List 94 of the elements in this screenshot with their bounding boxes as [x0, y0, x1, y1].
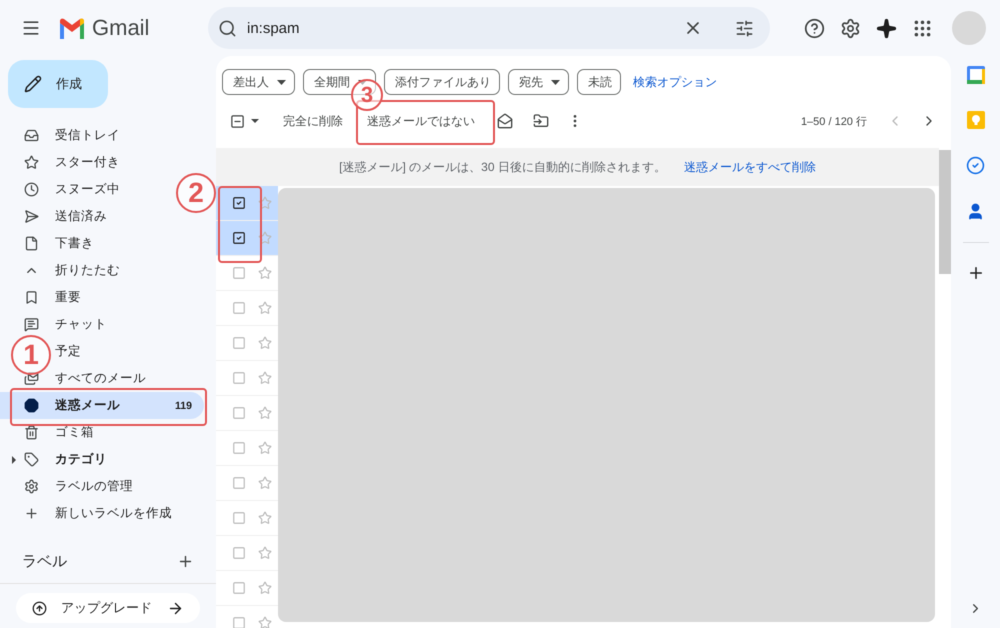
search-options-link[interactable]: 検索オプション [633, 74, 717, 90]
nav-icon [24, 182, 39, 197]
sidebar-item[interactable]: チャット [55, 316, 107, 333]
avatar[interactable] [952, 11, 986, 45]
star-icon[interactable] [258, 266, 272, 280]
sidebar-item[interactable]: ラベルの管理 [55, 478, 133, 495]
sidebar-item[interactable]: スター付き [55, 154, 120, 171]
row-checkbox[interactable] [232, 616, 246, 628]
search-icon [218, 18, 237, 38]
step-marker: 2 [176, 173, 216, 213]
filter-chip[interactable]: 宛先 [508, 69, 569, 95]
sidebar-item[interactable]: 受信トレイ [55, 127, 120, 144]
sparkle-icon[interactable] [876, 18, 897, 38]
search-field[interactable]: in:spam [208, 7, 770, 49]
row-checkbox[interactable] [232, 441, 246, 455]
step-marker: 3 [351, 79, 383, 111]
pencil-icon [24, 75, 42, 93]
row-checkbox[interactable] [232, 196, 246, 210]
nav-icon [24, 236, 39, 251]
person-icon[interactable] [966, 202, 985, 221]
star-icon[interactable] [258, 196, 272, 210]
help-icon[interactable] [804, 18, 825, 38]
row-checkbox[interactable] [232, 336, 246, 350]
filter-chip[interactable]: 未読 [577, 69, 621, 95]
star-icon[interactable] [258, 336, 272, 350]
row-checkbox[interactable] [232, 546, 246, 560]
sidebar-item[interactable]: 送信済み [55, 208, 107, 225]
gmail-logo-icon [58, 18, 86, 38]
sidebar-item[interactable]: 重要 [55, 289, 81, 306]
lightbulb-icon[interactable] [966, 111, 984, 129]
row-checkbox[interactable] [232, 231, 246, 245]
folder-icon[interactable] [533, 113, 549, 129]
row-checkbox[interactable] [232, 406, 246, 420]
sidebar-item[interactable]: 折りたたむ [55, 262, 120, 279]
mail-open-icon[interactable] [497, 113, 513, 129]
select-all-checkbox[interactable] [230, 114, 245, 128]
star-icon[interactable] [258, 581, 272, 595]
nav-icon [24, 452, 39, 467]
nav-icon [24, 209, 39, 224]
labels-heading: ラベル [22, 552, 67, 570]
star-icon[interactable] [258, 441, 272, 455]
star-icon[interactable] [258, 406, 272, 420]
compose-button[interactable]: 作成 [8, 60, 108, 108]
row-checkbox[interactable] [232, 476, 246, 490]
nav-icon [24, 317, 39, 332]
delete-all-spam-link[interactable]: 迷惑メールをすべて削除 [684, 158, 816, 176]
row-checkbox[interactable] [232, 371, 246, 385]
nav-icon [24, 425, 39, 440]
row-checkbox[interactable] [232, 266, 246, 280]
notice-text: [迷惑メール] のメールは、30 日後に自動的に削除されます。 [339, 158, 666, 176]
sidebar-item[interactable]: 新しいラベルを作成 [55, 505, 172, 522]
step-marker: 1 [11, 335, 51, 375]
toolbar-button[interactable]: 完全に削除 [275, 106, 351, 136]
sidebar-item[interactable]: スヌーズ中 [55, 181, 120, 198]
star-icon[interactable] [258, 371, 272, 385]
nav-icon [24, 155, 39, 170]
upgrade-icon [32, 600, 47, 616]
star-icon[interactable] [258, 301, 272, 315]
row-checkbox[interactable] [232, 511, 246, 525]
caret-icon[interactable] [251, 119, 259, 123]
nav-icon [24, 371, 39, 386]
sliders-icon[interactable] [735, 18, 754, 38]
pagination-text: 1–50 / 120 行 [800, 114, 867, 128]
nav-icon [24, 479, 39, 494]
scrollbar-thumb[interactable] [939, 150, 951, 274]
sidebar-item[interactable]: すべてのメール [55, 370, 146, 387]
filter-chip[interactable]: 添付ファイルあり [384, 69, 500, 95]
row-checkbox[interactable] [232, 301, 246, 315]
sidebar-item[interactable]: 迷惑メール 119 [0, 392, 204, 419]
row-checkbox[interactable] [232, 581, 246, 595]
star-icon[interactable] [258, 231, 272, 245]
settings-icon[interactable] [840, 18, 861, 38]
nav-icon [24, 398, 39, 413]
sidebar-item[interactable]: カテゴリ [55, 451, 107, 468]
nav-icon [24, 290, 39, 305]
nav-icon [24, 128, 39, 143]
unread-count: 119 [175, 400, 192, 412]
nav-icon [24, 506, 39, 521]
star-icon[interactable] [258, 511, 272, 525]
upgrade-button[interactable]: アップグレード [16, 593, 200, 623]
star-icon[interactable] [258, 616, 272, 628]
app-name: Gmail [92, 15, 150, 41]
apps-grid-icon[interactable] [912, 18, 933, 38]
sidebar-item[interactable]: ゴミ箱 [55, 424, 94, 441]
calendar-icon[interactable] [966, 66, 984, 84]
message-row[interactable] [216, 221, 278, 256]
caret-icon[interactable] [12, 456, 16, 464]
filter-chip[interactable]: 差出人 [222, 69, 295, 95]
star-icon[interactable] [258, 476, 272, 490]
sidebar-item[interactable]: 予定 [55, 343, 81, 360]
tasks-icon[interactable] [966, 156, 985, 175]
star-icon[interactable] [258, 546, 272, 560]
sidebar-item[interactable]: 下書き [55, 235, 94, 252]
message-row[interactable] [216, 186, 278, 221]
